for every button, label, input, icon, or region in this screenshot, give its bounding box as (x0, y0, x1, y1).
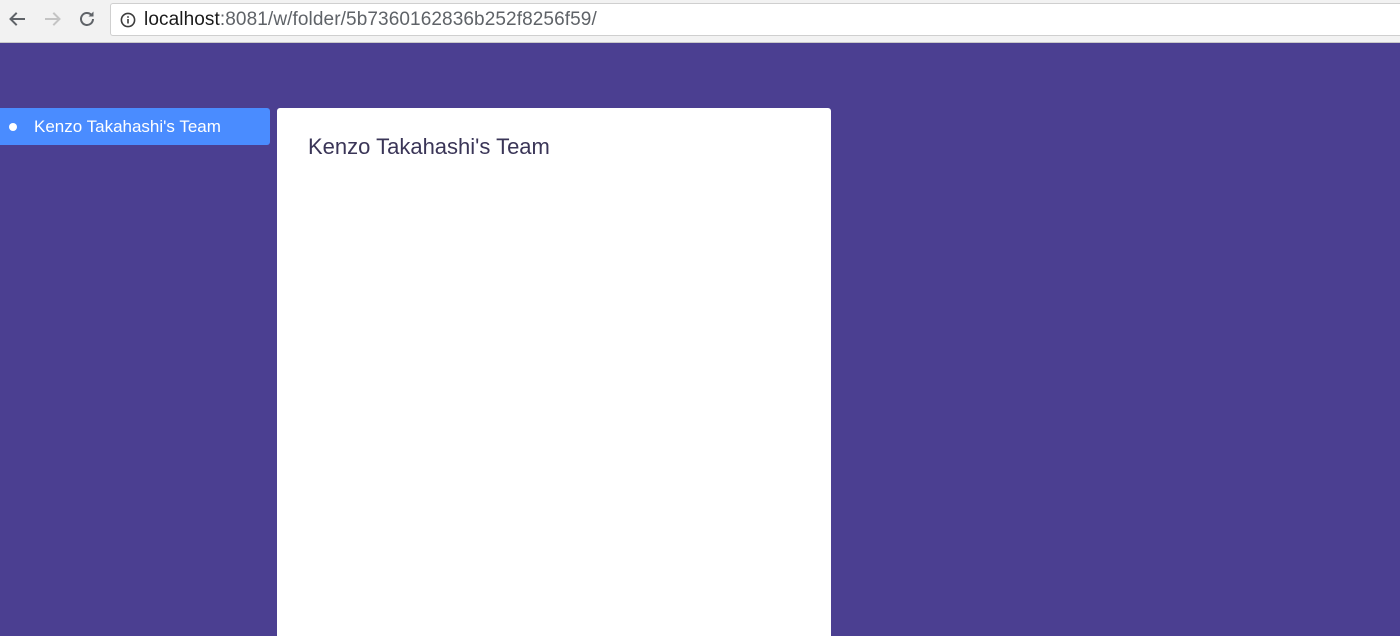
sidebar-item-team[interactable]: Kenzo Takahashi's Team (0, 108, 270, 145)
arrow-right-icon (45, 12, 61, 26)
bullet-dot-icon (9, 122, 17, 131)
info-circle-icon[interactable] (119, 11, 137, 29)
reload-icon (80, 11, 94, 26)
url-host: localhost (144, 8, 220, 30)
sidebar-item-label: Kenzo Takahashi's Team (34, 116, 221, 136)
back-button[interactable] (4, 6, 30, 32)
browser-toolbar: localhost:8081/w/folder/5b7360162836b252… (0, 0, 1400, 43)
url-path: :8081/w/folder/5b7360162836b252f8256f59/ (219, 8, 597, 30)
address-bar[interactable]: localhost:8081/w/folder/5b7360162836b252… (110, 3, 1400, 36)
forward-button[interactable] (40, 6, 66, 32)
reload-button[interactable] (74, 6, 100, 32)
page-title: Kenzo Takahashi's Team (308, 134, 550, 159)
url-text[interactable]: localhost:8081/w/folder/5b7360162836b252… (144, 9, 597, 31)
main-panel: Kenzo Takahashi's Team (277, 108, 831, 636)
arrow-left-icon (9, 12, 25, 26)
